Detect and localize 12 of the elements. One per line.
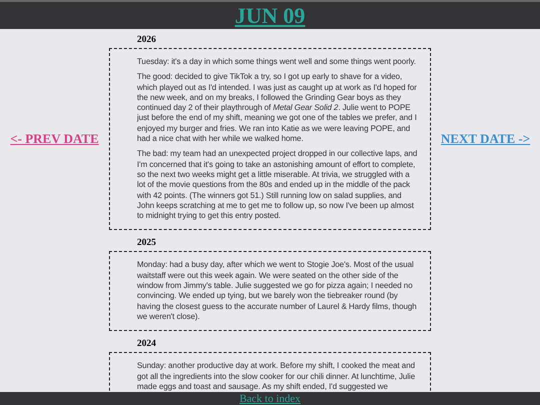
entry-paragraph: Tuesday: it's a day in which some things went well and some things went poorly. <box>137 57 417 68</box>
date-title-link[interactable]: JUN 09 <box>234 4 306 28</box>
entry-paragraph: The bad: my team had an unexpected project dropped in our collective laps, and I'm concerned that it's going to take an astonishing amount of effort to complete, so the next two weeks might get a little miserable. At trivia, we struggled with a lot of the movie questions from the 80s and ended up in the middle of the pack with 42 points. (The winners got 51.) Still running low on salad supplies, and John keeps scratching at me to get me to follow up, so now I've been up almost to midnight trying to get this entry posted. <box>137 149 418 222</box>
back-to-index-link[interactable]: Back to index <box>239 392 301 404</box>
year-heading: 2025 <box>137 238 157 250</box>
year-heading: 2024 <box>137 339 157 350</box>
entry-paragraph: Monday: had a busy day, after which we went to Stogie Joe's. Most of the usual waitstaff were out this week again. We were seated on the other side of the window from Jimmy's table. Julie suggested we go for pizza again; I needed no convincing. We ended up tying, but we barely won the tiebreaker round (by having the closest guess to the accurate number of Laurel & Hardy films, though we weren't close). <box>137 260 418 322</box>
entry-paragraph: Sunday: another productive day at work. Before my shift, I cooked the meat and got all the ingredients into the slow cooker for our chili dinner. At lunchtime, Julie made eggs and toast and sausage. As my shift ended, I'd suggested we <box>137 361 416 392</box>
prev-date-link[interactable]: <- PREV DATE <box>10 131 99 147</box>
next-date-link[interactable]: NEXT DATE -> <box>440 131 530 147</box>
year-heading: 2026 <box>137 35 157 46</box>
entry-paragraph: The good: decided to give TikTok a try, so I got up early to shave for a video, which played out as I'd intended. I was just as caught up at work as I'd hoped for the new week, and on my breaks, I followed the Grinding Gear boys as they continued day 2 of their playthrough of Metal Gear Solid 2. Julie went to POPE just before the end of my shift, meaning we got one of the tables we prefer, and I enjoyed my burger and fries. We ran into Katie as we were leaving POPE, and had a nice chat with her while we walked home. <box>137 72 418 144</box>
